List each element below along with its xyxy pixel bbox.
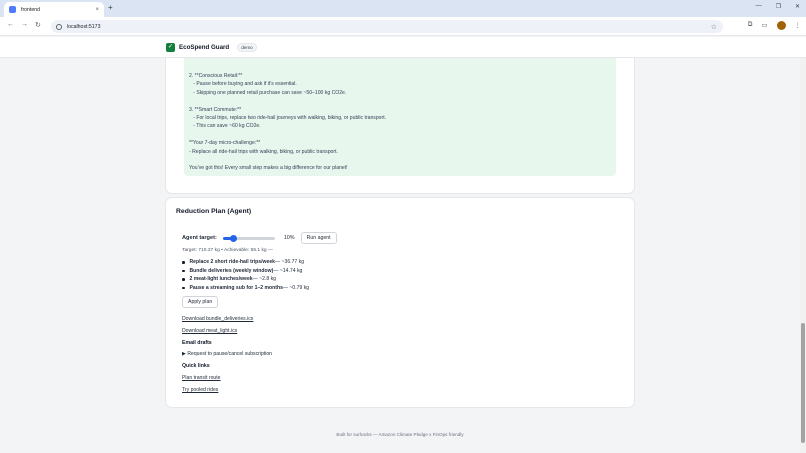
action-saving: — ~14.74 kg bbox=[273, 267, 303, 274]
reduction-plan-card: Reduction Plan (Agent) Agent target: 10%… bbox=[165, 197, 635, 408]
target-summary-text: Target: 710.27 kg • Achievable: 55.1 kg bbox=[182, 248, 267, 253]
list-item: Replace 2 short ride-hail trips/week — ~… bbox=[182, 258, 309, 267]
extensions-icon[interactable]: ⧉ bbox=[748, 21, 753, 30]
advice-spacer bbox=[189, 97, 612, 105]
advice-line: - Replace all ride-hail trips with walki… bbox=[189, 148, 338, 155]
bullet-icon bbox=[182, 286, 185, 290]
action-name: Replace 2 short ride-hail trips/week bbox=[189, 259, 276, 265]
browser-toolbar: ← → ↻ localhost:5173 ☆ ⧉ ▭ ⋮ bbox=[0, 17, 806, 36]
advice-panel: 2. **Conscious Retail:** - Pause before … bbox=[184, 58, 616, 176]
agent-target-row: Agent target: 10% Run agent bbox=[182, 232, 337, 244]
app-title: EcoSpend Guard bbox=[179, 43, 230, 51]
close-window-icon[interactable]: ✕ bbox=[795, 3, 800, 10]
email-draft-disclosure[interactable]: ▶ Request to pause/cancel subscription bbox=[182, 349, 272, 361]
forward-icon[interactable]: → bbox=[21, 21, 28, 28]
plan-transit-route-link[interactable]: Plan transit route bbox=[182, 373, 272, 385]
download-meat-light-link[interactable]: Download meat_light.ics bbox=[182, 326, 272, 338]
advice-line: - For local trips, replace two ride-hail… bbox=[189, 115, 387, 122]
action-name: 2 meat-light lunches/week bbox=[189, 276, 253, 283]
page-scrollbar[interactable] bbox=[800, 58, 806, 453]
plan-actions-list: Replace 2 short ride-hail trips/week — ~… bbox=[182, 258, 309, 292]
apply-plan-button[interactable]: Apply plan bbox=[182, 296, 219, 308]
advice-line: 3. **Smart Commute:** bbox=[189, 106, 242, 113]
favicon-icon bbox=[9, 6, 16, 13]
restore-icon[interactable]: ❐ bbox=[776, 3, 781, 10]
plan-title: Reduction Plan (Agent) bbox=[176, 208, 252, 215]
target-summary-badge: — bbox=[268, 248, 273, 253]
email-drafts-heading: Email drafts bbox=[182, 339, 212, 346]
tab-close-icon[interactable]: × bbox=[95, 7, 99, 13]
action-name: Pause a streaming sub for 1–2 months bbox=[189, 284, 283, 291]
list-item: Bundle deliveries (weekly window) — ~14.… bbox=[182, 267, 309, 276]
run-agent-button[interactable]: Run agent bbox=[300, 232, 337, 244]
slider-thumb[interactable] bbox=[229, 234, 237, 242]
profile-avatar-icon[interactable] bbox=[776, 21, 786, 30]
advice-line: - Skipping one planned retail purchase c… bbox=[189, 89, 347, 96]
page-footer: Built for surhacks — Amazon Climate Pled… bbox=[336, 432, 464, 437]
advice-spacer bbox=[189, 131, 612, 139]
reload-icon[interactable]: ↻ bbox=[35, 21, 41, 29]
agent-target-slider[interactable] bbox=[222, 234, 275, 242]
advice-line: **Your 7-day micro-challenge:** bbox=[189, 140, 261, 147]
advice-line: 2. **Conscious Retail:** bbox=[189, 73, 243, 79]
bookmark-star-icon[interactable]: ☆ bbox=[711, 23, 717, 31]
toolbar-icons: ⧉ ▭ ⋮ bbox=[748, 21, 801, 30]
advice-line: - This can save ~60 kg CO2e. bbox=[189, 123, 261, 130]
new-tab-icon[interactable]: + bbox=[108, 3, 113, 12]
demo-badge: demo bbox=[237, 42, 257, 52]
app-header: ✓ EcoSpend Guard demo bbox=[0, 37, 806, 58]
action-saving: — ~0.79 kg bbox=[282, 284, 310, 291]
scrollbar-thumb[interactable] bbox=[801, 323, 805, 443]
list-item: Pause a streaming sub for 1–2 months — ~… bbox=[182, 284, 309, 293]
quick-links-heading: Quick links bbox=[182, 363, 210, 370]
list-item: 2 meat-light lunches/week — ~2.8 kg bbox=[182, 275, 309, 284]
plan-links: Download bundle_deliveries.ics Download … bbox=[182, 314, 272, 397]
side-panel-icon[interactable]: ▭ bbox=[761, 21, 767, 30]
bullet-icon bbox=[182, 269, 185, 273]
minimize-icon[interactable]: — bbox=[756, 3, 762, 10]
advice-line: You’ve got this! Every small step makes … bbox=[189, 165, 348, 172]
advice-line: - Pause before buying and ask if it’s es… bbox=[189, 81, 297, 88]
agent-target-value: 10% bbox=[283, 235, 295, 241]
action-saving: — ~2.8 kg bbox=[252, 276, 276, 283]
site-info-icon[interactable] bbox=[56, 23, 62, 30]
target-summary: Target: 710.27 kg • Achievable: 55.1 kg … bbox=[182, 248, 273, 253]
tab-title: frontend bbox=[21, 6, 41, 13]
browser-tab[interactable]: frontend × bbox=[4, 2, 104, 17]
bullet-icon bbox=[182, 261, 185, 264]
window-controls: — ❐ ✕ bbox=[756, 3, 800, 10]
advice-spacer bbox=[189, 156, 612, 164]
agent-target-label: Agent target: bbox=[182, 235, 217, 241]
download-bundle-deliveries-link[interactable]: Download bundle_deliveries.ics bbox=[182, 314, 272, 326]
bullet-icon bbox=[182, 278, 185, 281]
browser-tab-bar: frontend × + — ❐ ✕ bbox=[0, 0, 806, 17]
logo-icon: ✓ bbox=[166, 42, 175, 52]
address-bar[interactable]: localhost:5173 ☆ bbox=[51, 20, 723, 33]
back-icon[interactable]: ← bbox=[7, 21, 14, 28]
try-pooled-rides-link[interactable]: Try pooled rides bbox=[182, 385, 272, 397]
menu-kebab-icon[interactable]: ⋮ bbox=[795, 21, 802, 30]
url-text: localhost:5173 bbox=[67, 23, 101, 30]
action-name: Bundle deliveries (weekly window) bbox=[189, 267, 274, 274]
action-saving: — ~36.77 kg bbox=[275, 259, 305, 265]
